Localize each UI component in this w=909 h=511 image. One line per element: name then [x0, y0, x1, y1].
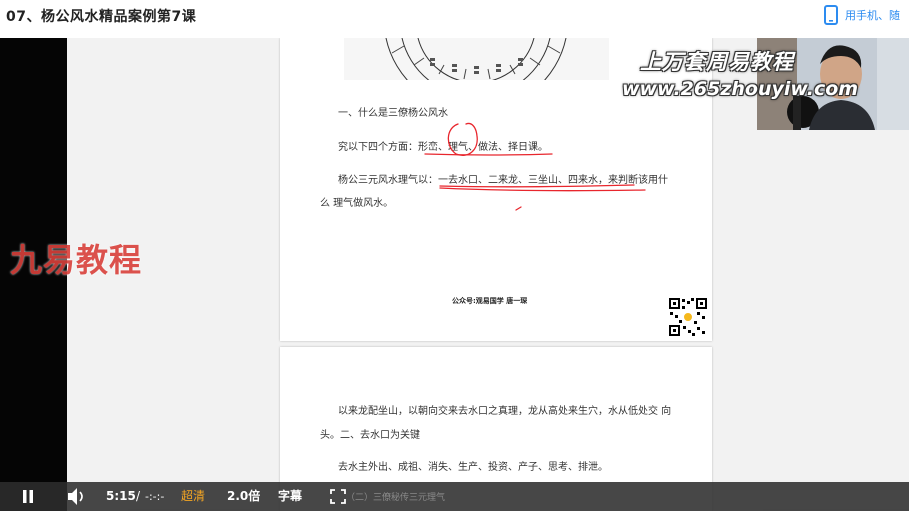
- phone-view-label: 用手机、随: [845, 9, 900, 22]
- fullscreen-icon: [330, 489, 346, 504]
- player-control-bar: 5:15 / -:-:- 超清 2.0倍 字幕 （二）三僚秘传三元理气: [0, 482, 909, 511]
- video-player[interactable]: 一、什么是三僚杨公风水 究以下四个方面：形峦、理气、做法、择日课。 杨公三元风水…: [0, 38, 909, 511]
- pause-icon: [23, 490, 33, 503]
- time-separator: /: [136, 489, 141, 503]
- current-time: 5:15: [106, 489, 136, 503]
- doc-footer: 公众号:观易国学 唐一琛: [452, 297, 528, 305]
- volume-button[interactable]: [66, 482, 86, 511]
- fullscreen-button[interactable]: [330, 482, 346, 511]
- watermark-url: www.265zhouyiw.com: [622, 78, 859, 100]
- doc-line-water-outlet: 头。二、去水口为关键: [320, 430, 420, 441]
- subtitles-button[interactable]: 字幕: [278, 482, 302, 511]
- phone-icon: [824, 5, 838, 25]
- quality-button[interactable]: 超清: [181, 482, 205, 511]
- qr-code-icon: [668, 297, 708, 337]
- play-pause-button[interactable]: [19, 482, 37, 511]
- watermark-overlay: 九易教程: [10, 241, 143, 279]
- watermark-brand: 上万套周易教程: [640, 50, 794, 74]
- volume-icon: [68, 488, 83, 505]
- total-time: -:-:-: [145, 490, 165, 503]
- speed-button[interactable]: 2.0倍: [227, 482, 260, 511]
- doc-line-mountain: 以来龙配坐山，以朝向交来去水口之真理，龙从高处来生穴，水从低处交 向: [338, 406, 672, 417]
- chapter-title: （二）三僚秘传三元理气: [346, 493, 446, 503]
- title-bar: 07、杨公风水精品案例第7课 用手机、随: [0, 0, 909, 38]
- doc-line-water-meaning: 去水主外出、成祖、消失、生产、投资、产子、思考、排泄。: [338, 462, 608, 473]
- page-title: 07、杨公风水精品案例第7课: [6, 9, 197, 25]
- phone-view-link[interactable]: 用手机、随: [824, 4, 900, 26]
